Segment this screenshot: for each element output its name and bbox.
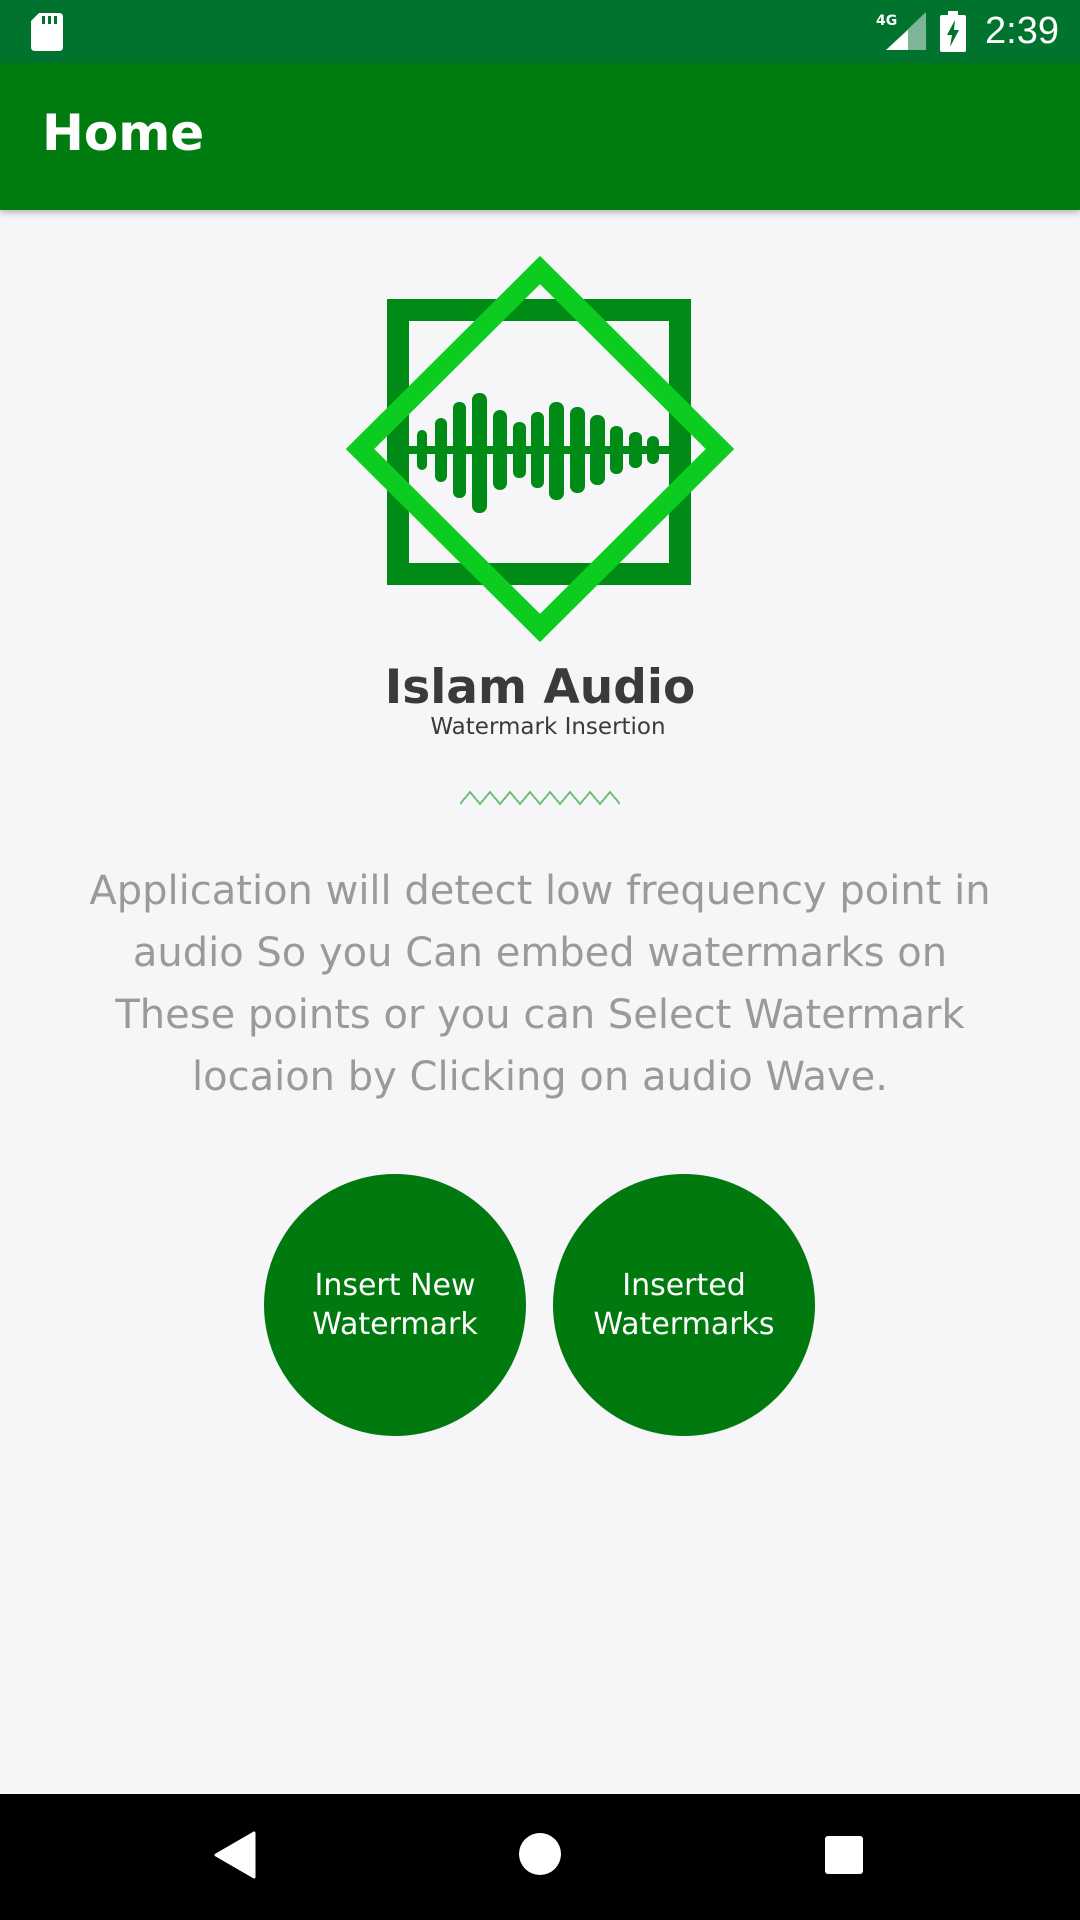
battery-charging-icon	[940, 11, 966, 52]
inserted-watermarks-label: Inserted Watermarks	[593, 1268, 775, 1342]
cell-signal-icon: 4G	[876, 12, 926, 50]
navigation-bar	[0, 1794, 1080, 1920]
status-bar: 4G 2:39	[0, 0, 1080, 63]
network-type-label: 4G	[876, 13, 897, 29]
insert-new-watermark-label: Insert New Watermark	[312, 1268, 478, 1342]
sd-card-icon	[31, 13, 63, 51]
recent-apps-icon[interactable]	[824, 1835, 864, 1875]
app-bar: Home	[0, 63, 1080, 210]
audio-wave-icon	[405, 393, 675, 513]
brand-title: Islam Audio	[384, 660, 696, 715]
app-logo	[345, 255, 735, 643]
status-clock: 2:39	[985, 10, 1059, 52]
page-title: Home	[42, 104, 205, 162]
zigzag-divider-icon	[460, 790, 620, 806]
home-icon[interactable]	[518, 1832, 562, 1876]
brand-subtitle: Watermark Insertion	[430, 714, 666, 740]
app-description: Application will detect low frequency po…	[89, 868, 991, 1100]
insert-new-watermark-button[interactable]: Insert New Watermark	[264, 1174, 526, 1436]
back-icon[interactable]	[214, 1831, 256, 1879]
inserted-watermarks-button[interactable]: Inserted Watermarks	[553, 1174, 815, 1436]
